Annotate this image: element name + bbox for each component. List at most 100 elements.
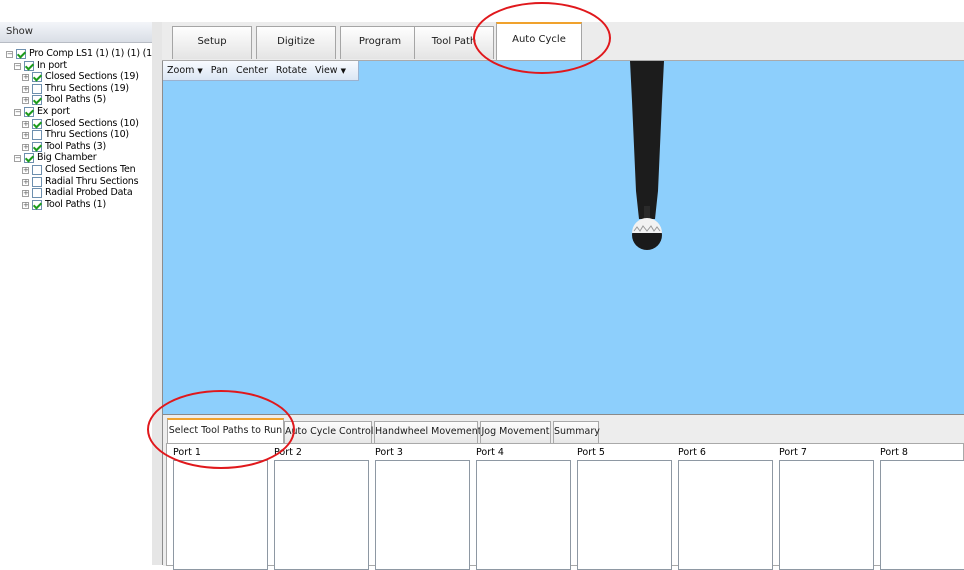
visibility-checkbox[interactable] [24, 60, 34, 71]
tab-handwheel-movement[interactable]: Handwheel Movement [374, 421, 482, 443]
port-label: Port 3 [375, 447, 403, 458]
visibility-checkbox[interactable] [32, 95, 42, 106]
tab-summary[interactable]: Summary [553, 421, 600, 443]
collapse-icon[interactable]: − [14, 155, 21, 163]
port-column: Port 3 [369, 444, 470, 570]
visibility-checkbox[interactable] [32, 72, 42, 83]
visibility-checkbox[interactable] [32, 165, 42, 175]
highlight-ring-select-tool-paths [147, 390, 295, 469]
visibility-checkbox[interactable] [32, 130, 42, 141]
tree-node-label: In port [37, 59, 67, 71]
tab-label: Program [358, 36, 402, 47]
collapse-icon[interactable]: − [14, 109, 21, 116]
tree-node-label: Closed Sections (10) [45, 117, 139, 129]
expand-icon[interactable]: + [22, 190, 29, 198]
port-list[interactable] [678, 460, 773, 570]
zoom-label: Zoom [167, 65, 195, 76]
visibility-checkbox[interactable] [32, 83, 42, 94]
expand-icon[interactable]: + [22, 178, 29, 186]
tab-jog-movement[interactable]: Jog Movement [480, 421, 551, 443]
view-toolbar: Zoom ▼ Pan Center Rotate View ▼ [163, 61, 359, 81]
tab-label: Auto Cycle Controls [285, 426, 379, 437]
port-label: Port 8 [880, 447, 908, 458]
3d-viewport[interactable]: Zoom ▼ Pan Center Rotate View ▼ [163, 61, 964, 414]
tree-header-label: Show [6, 26, 33, 37]
zoom-menu[interactable]: Zoom ▼ [167, 65, 203, 76]
rotate-button[interactable]: Rotate [276, 65, 307, 76]
visibility-checkbox[interactable] [32, 176, 42, 187]
tree-panel: Show − Pro Comp LS1 (1) (1) (1) (1− In por… [0, 22, 153, 565]
tree-node-label: Radial Thru Sections [45, 175, 139, 187]
panel-splitter[interactable] [152, 22, 163, 565]
tree-node-label: Tool Paths (3) [45, 140, 106, 152]
chevron-down-icon: ▼ [197, 67, 203, 75]
port-label: Port 5 [577, 447, 605, 458]
expand-icon[interactable]: + [22, 132, 29, 140]
tree-header: Show [0, 22, 152, 43]
rotate-label: Rotate [275, 65, 308, 76]
tab-label: Handwheel Movement [375, 426, 482, 437]
tree-node-label: Big Chamber [37, 152, 97, 164]
tool-path-selection-pane: Port 1 Port 2 Port 3 Port 4 Port 5 Port … [166, 443, 964, 570]
tree-node-label: Pro Comp LS1 (1) (1) (1) (1 [29, 48, 153, 59]
visibility-checkbox[interactable] [32, 199, 42, 210]
port-label: Port 6 [678, 447, 706, 458]
port-list[interactable] [577, 460, 672, 570]
expand-icon[interactable]: + [22, 85, 29, 93]
port-column: Port 2 [268, 444, 369, 570]
port-list[interactable] [274, 460, 369, 570]
port-list[interactable] [476, 460, 571, 570]
port-label: Port 7 [779, 447, 807, 458]
port-label: Port 4 [476, 447, 504, 458]
chevron-down-icon: ▼ [340, 67, 346, 75]
pan-label: Pan [210, 65, 228, 76]
port-column: Port 5 [571, 444, 672, 570]
visibility-checkbox[interactable] [24, 107, 34, 117]
tab-digitize[interactable]: Digitize [256, 26, 336, 59]
tab-program[interactable]: Program [340, 26, 420, 59]
port-list[interactable] [779, 460, 874, 570]
port-column: Port 6 [672, 444, 773, 570]
tab-label: Summary [554, 426, 600, 437]
tree-node-label: Ex port [37, 106, 70, 117]
port-column: Port 7 [773, 444, 874, 570]
view-label: View [315, 65, 338, 76]
port-column: Port 4 [470, 444, 571, 570]
expand-icon[interactable]: + [22, 97, 29, 105]
visibility-checkbox[interactable] [24, 153, 34, 164]
port-list[interactable] [173, 460, 268, 570]
view-menu[interactable]: View ▼ [315, 65, 346, 76]
tab-label: Setup [197, 36, 227, 47]
collapse-icon[interactable]: − [14, 62, 21, 70]
collapse-icon[interactable]: − [6, 51, 13, 58]
highlight-ring-auto-cycle [473, 2, 611, 74]
expand-icon[interactable]: + [22, 120, 29, 128]
center-label: Center [235, 65, 268, 76]
port-list[interactable] [375, 460, 470, 570]
port-list[interactable] [880, 460, 964, 570]
tree-node-label: Thru Sections (19) [45, 82, 129, 94]
pan-button[interactable]: Pan [211, 65, 228, 76]
tab-label: Jog Movement [481, 426, 550, 437]
visibility-checkbox[interactable] [32, 141, 42, 152]
tab-label: Tool Path [431, 36, 477, 47]
tree-node-label: Tool Paths (1) [45, 198, 106, 210]
visibility-checkbox[interactable] [16, 49, 26, 59]
port-column: Port 8 [874, 444, 964, 570]
center-button[interactable]: Center [236, 65, 268, 76]
tab-setup[interactable]: Setup [172, 26, 252, 59]
tree-node-label: Closed Sections Ten [45, 164, 136, 175]
visibility-checkbox[interactable] [32, 118, 42, 129]
tab-auto-cycle-controls[interactable]: Auto Cycle Controls [284, 421, 378, 443]
expand-icon[interactable]: + [22, 167, 29, 174]
visibility-checkbox[interactable] [32, 188, 42, 199]
expand-icon[interactable]: + [22, 143, 29, 151]
tree-node-label: Closed Sections (19) [45, 71, 139, 83]
tree-node-label: Thru Sections (10) [45, 129, 129, 141]
tree-node-label: Radial Probed Data [45, 187, 133, 199]
expand-icon[interactable]: + [22, 201, 29, 209]
tree-node-label: Tool Paths (5) [45, 94, 106, 106]
tab-label: Digitize [277, 36, 315, 47]
expand-icon[interactable]: + [22, 74, 29, 82]
probe-stylus-icon [630, 61, 664, 250]
